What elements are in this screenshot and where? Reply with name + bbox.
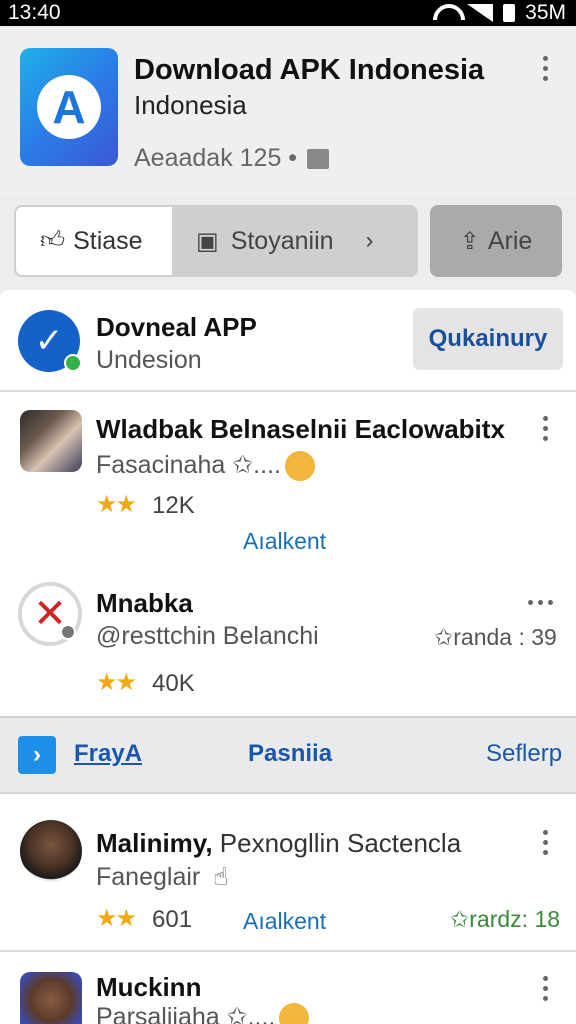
item-subtitle: Faneglair ☝︎	[96, 862, 228, 892]
item-subtitle: Fasacinaha ✩....	[96, 450, 315, 482]
flag-icon	[307, 148, 330, 169]
tab-store[interactable]: ▣ Stoyaniin ›	[174, 205, 418, 277]
status-bar: 13:40 35M	[0, 0, 576, 26]
battery-icon	[503, 4, 516, 22]
item-rating: ✩rardz: 18	[450, 906, 561, 932]
close-icon: ✕	[18, 582, 82, 646]
download-count: 12K	[152, 492, 195, 519]
section-nav: › FrayA Pasniia Seflerp	[0, 716, 576, 794]
status-icons: 35M	[433, 1, 566, 25]
tab-arie-label: Arie	[487, 226, 533, 255]
action-tabs: 👍︎ Stiase ▣ Stoyaniin › ⇪ Arie	[14, 205, 562, 277]
item-more-icon[interactable]	[540, 830, 550, 855]
list-item[interactable]: Malinimy, Pexnogllin Sactencla Faneglair…	[0, 796, 576, 950]
item-subtitle-text: Fasacinaha	[96, 451, 226, 479]
item-subtitle-text: Faneglair	[96, 863, 201, 891]
app-subtitle: Indonesia	[134, 90, 247, 120]
promo-row[interactable]: ✓ Dovneal APP Undesion Qukainury	[0, 290, 576, 390]
status-right-text: 35M	[525, 1, 566, 24]
avatar	[20, 410, 82, 472]
header-more-icon[interactable]	[540, 56, 550, 81]
emoji-icon	[284, 451, 315, 482]
item-subtitle: Parsaliiaha ✩....	[96, 1002, 310, 1024]
app-meta-text: Aeaadak 125 •	[134, 144, 298, 172]
hand-pointer-icon: ☝︎	[213, 863, 229, 891]
avatar	[20, 972, 82, 1024]
item-title: Mnabka	[96, 588, 193, 618]
app-header: A Download APK Indonesia Indonesia Aeaad…	[0, 26, 576, 196]
app-logo-icon: A	[20, 48, 118, 166]
nav-item-seflerp[interactable]: Seflerp	[486, 740, 562, 768]
item-title-suffix: Pexnogllin Sactencla	[219, 828, 462, 858]
list-item[interactable]: Muckinn Parsaliiaha ✩....	[0, 952, 576, 1024]
promo-button[interactable]: Qukainury	[413, 308, 563, 370]
item-subtitle-suffix: ✩....	[226, 1003, 276, 1024]
download-count: 40K	[152, 670, 195, 697]
upload-icon: ⇪	[459, 227, 480, 255]
status-time: 13:40	[8, 1, 61, 24]
avatar	[20, 820, 82, 882]
tab-share-label: Stiase	[73, 226, 143, 255]
item-more-icon[interactable]	[540, 976, 550, 1001]
tab-share[interactable]: 👍︎ Stiase	[14, 205, 174, 277]
rating-stars: ★★	[96, 669, 137, 696]
app-logo-mark: A	[37, 75, 101, 139]
rating-stars: ★★	[96, 491, 137, 518]
chevron-right-icon: ›	[365, 227, 374, 254]
app-list: ✓ Dovneal APP Undesion Qukainury Wladbak…	[0, 290, 576, 1024]
wifi-icon	[433, 4, 457, 22]
item-link[interactable]: Aıalkent	[243, 528, 326, 555]
emoji-icon	[279, 1003, 310, 1024]
item-subtitle: @resttchin Belanchi	[96, 622, 319, 650]
item-link[interactable]: Aıalkent	[243, 908, 326, 935]
rating-stars: ★★	[96, 905, 137, 932]
item-subtitle-suffix: ✩....	[232, 451, 281, 479]
item-title-text: Malinimy,	[96, 828, 213, 858]
download-app-icon: ✓	[18, 310, 82, 372]
item-rating: ✩randa : 39	[434, 624, 557, 650]
download-count: 601	[152, 906, 193, 933]
tab-arie[interactable]: ⇪ Arie	[430, 205, 562, 277]
item-more-icon[interactable]	[540, 416, 550, 441]
item-title: Muckinn	[96, 972, 202, 1002]
item-title: Malinimy, Pexnogllin Sactencla	[96, 828, 461, 859]
nav-item-fraya[interactable]: FrayA	[74, 740, 142, 768]
app-meta: Aeaadak 125 •	[134, 144, 330, 173]
nav-item-pasniia[interactable]: Pasniia	[248, 740, 332, 768]
list-item[interactable]: Wladbak Belnaselnii Eaclowabitx Fasacina…	[0, 392, 576, 562]
badge-icon	[64, 354, 82, 372]
app-title: Download APK Indonesia	[134, 54, 485, 86]
promo-subtitle: Undesion	[96, 346, 202, 374]
promo-title: Dovneal APP	[96, 312, 257, 342]
badge-icon	[60, 624, 76, 640]
list-item[interactable]: ✕ Mnabka @resttchin Belanchi ✩randa : 39…	[0, 562, 576, 714]
arrow-right-icon[interactable]: ›	[18, 736, 56, 774]
item-more-icon[interactable]	[528, 600, 558, 605]
tab-store-label: Stoyaniin	[230, 226, 334, 255]
thumbs-up-icon: 👍︎	[40, 227, 66, 254]
item-title: Wladbak Belnaselnii Eaclowabitx	[96, 414, 505, 444]
store-icon: ▣	[196, 227, 219, 255]
item-subtitle-text: Parsaliiaha	[96, 1003, 220, 1024]
signal-icon	[467, 4, 494, 22]
